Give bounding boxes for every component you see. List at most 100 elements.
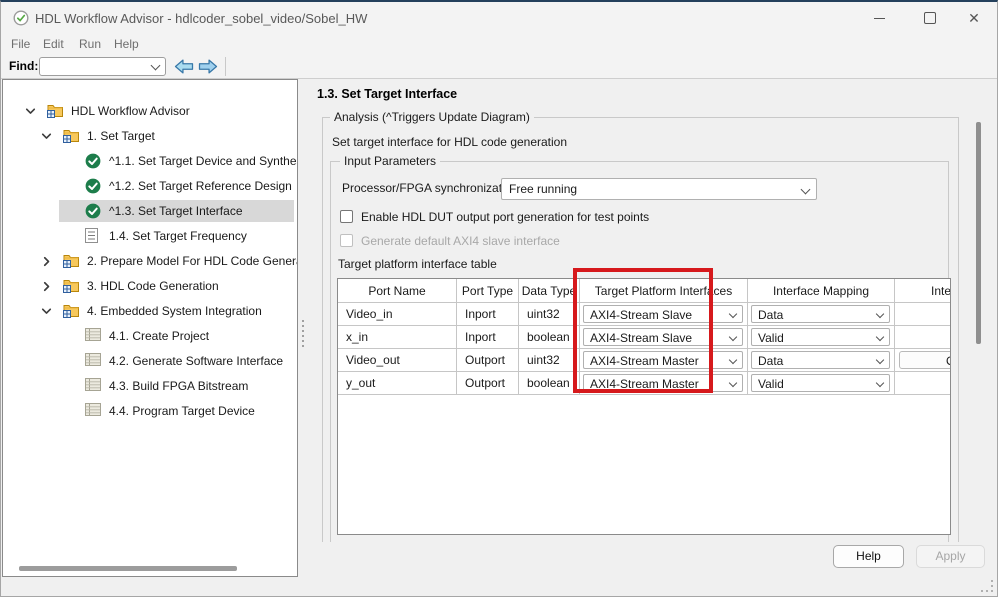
tree-item-label: ^1.2. Set Target Reference Design — [109, 179, 292, 193]
table-cell: Outport — [457, 372, 519, 395]
toolbar-separator — [225, 57, 226, 76]
tree-item-label: HDL Workflow Advisor — [71, 104, 190, 118]
tree-item-label: 4.4. Program Target Device — [109, 404, 255, 418]
hdl-workflow-advisor-window: HDL Workflow Advisor - hdlcoder_sobel_vi… — [0, 0, 998, 597]
panel-vertical-scrollbar[interactable] — [969, 82, 987, 540]
find-previous-button[interactable] — [173, 58, 195, 75]
column-header: Inter — [931, 284, 951, 298]
tree-item[interactable]: ^1.3. Set Target Interface — [3, 200, 297, 222]
dropdown-value: Data — [758, 354, 783, 368]
tree-item[interactable]: ^1.1. Set Target Device and Synthesis To… — [3, 150, 297, 172]
table-cell: boolean — [519, 372, 580, 395]
tree-item-label: 4.3. Build FPGA Bitstream — [109, 379, 248, 393]
tree-item[interactable]: 4.1. Create Project — [3, 325, 297, 347]
task-icon — [85, 328, 101, 344]
find-next-button[interactable] — [197, 58, 219, 75]
tree-item[interactable]: 1.4. Set Target Frequency — [3, 225, 297, 247]
tree-collapse-chevron-icon[interactable] — [25, 106, 36, 120]
task-detail-panel: 1.3. Set Target Interface Analysis (^Tri… — [314, 79, 967, 542]
tree-item-label: 2. Prepare Model For HDL Code Generation — [87, 254, 298, 268]
annotation-red-rectangle — [573, 268, 713, 393]
table-cell: x_in — [338, 326, 457, 349]
tree-item[interactable]: 3. HDL Code Generation — [3, 275, 297, 297]
menu-help[interactable]: Help — [114, 37, 139, 51]
app-check-icon — [13, 10, 29, 29]
find-combobox[interactable] — [39, 57, 166, 76]
table-cell: boolean — [519, 326, 580, 349]
data-type-cell: boolean — [527, 376, 570, 390]
chevron-down-icon — [876, 333, 884, 341]
scrollbar-thumb[interactable] — [976, 122, 981, 344]
chevron-down-icon — [876, 310, 884, 318]
table-cell: uint32 — [519, 349, 580, 372]
table-cell — [895, 326, 951, 349]
tree-item[interactable]: ^1.2. Set Target Reference Design — [3, 175, 297, 197]
minimize-button[interactable] — [862, 6, 896, 30]
table-cell: y_out — [338, 372, 457, 395]
interface-mapping-dropdown[interactable]: Data — [751, 351, 890, 369]
tree-item[interactable]: HDL Workflow Advisor — [3, 100, 297, 122]
tree-item[interactable]: 4.2. Generate Software Interface — [3, 350, 297, 372]
page-title: 1.3. Set Target Interface — [317, 87, 457, 101]
close-icon: ✕ — [968, 11, 980, 25]
tree-expand-chevron-icon[interactable] — [41, 256, 52, 270]
menu-edit[interactable]: Edit — [43, 37, 64, 51]
check-icon — [85, 203, 101, 222]
maximize-button[interactable] — [913, 6, 947, 30]
processor-fpga-sync-dropdown[interactable]: Free running — [501, 178, 817, 200]
chevron-down-icon — [801, 185, 811, 195]
interface-mapping-dropdown[interactable]: Valid — [751, 374, 890, 392]
data-type-cell: boolean — [527, 330, 570, 344]
folder-gear-icon — [63, 303, 80, 321]
find-bar: Find: — [1, 54, 997, 79]
table-cell: Port Type — [457, 279, 519, 303]
column-header: Interface Mapping — [748, 284, 894, 298]
port-name-cell: Video_out — [346, 353, 400, 367]
chevron-down-icon — [729, 356, 737, 364]
input-parameters-legend: Input Parameters — [340, 154, 440, 168]
tree-expand-chevron-icon[interactable] — [41, 281, 52, 295]
tree-item-label: ^1.1. Set Target Device and Synthesis To… — [109, 154, 298, 168]
table-cell: Interface Mapping — [748, 279, 895, 303]
folder-gear-icon — [63, 253, 80, 271]
sync-value: Free running — [509, 182, 577, 196]
sync-label: Processor/FPGA synchronization: — [342, 181, 521, 195]
close-button[interactable]: ✕ — [957, 6, 991, 30]
menu-run[interactable]: Run — [79, 37, 101, 51]
table-cell: uint32 — [519, 303, 580, 326]
tree-item[interactable]: 4.3. Build FPGA Bitstream — [3, 375, 297, 397]
dropdown-value: Data — [758, 308, 783, 322]
table-cell: Inter — [895, 279, 951, 303]
interface-mapping-dropdown[interactable]: Data — [751, 305, 890, 323]
arrow-right-icon — [197, 58, 219, 75]
port-name-cell: x_in — [346, 330, 368, 344]
axi4-slave-label: Generate default AXI4 slave interface — [361, 234, 560, 248]
tree-item[interactable]: 4.4. Program Target Device — [3, 400, 297, 422]
doc-icon — [85, 228, 98, 246]
tree-item[interactable]: 4. Embedded System Integration — [3, 300, 297, 322]
table-cell: Valid — [748, 326, 895, 349]
resize-grip-icon[interactable] — [981, 580, 995, 594]
interface-options-button[interactable]: O — [899, 351, 951, 369]
task-description: Set target interface for HDL code genera… — [332, 135, 567, 149]
data-type-cell: uint32 — [527, 353, 560, 367]
port-type-cell: Inport — [465, 307, 496, 321]
chevron-down-icon[interactable] — [151, 61, 161, 71]
panel-splitter[interactable] — [298, 79, 314, 577]
test-points-checkbox[interactable] — [340, 210, 353, 223]
menu-file[interactable]: File — [11, 37, 30, 51]
tree-item[interactable]: 2. Prepare Model For HDL Code Generation — [3, 250, 297, 272]
tree-collapse-chevron-icon[interactable] — [41, 306, 52, 320]
help-button[interactable]: Help — [833, 545, 904, 568]
tree-item[interactable]: 1. Set Target — [3, 125, 297, 147]
interface-mapping-dropdown[interactable]: Valid — [751, 328, 890, 346]
table-cell — [895, 372, 951, 395]
tree-horizontal-scrollbar[interactable] — [19, 566, 237, 571]
tree-item-label: ^1.3. Set Target Interface — [109, 204, 243, 218]
find-input[interactable] — [43, 59, 147, 75]
tree-collapse-chevron-icon[interactable] — [41, 131, 52, 145]
port-type-cell: Outport — [465, 353, 505, 367]
test-points-label: Enable HDL DUT output port generation fo… — [361, 210, 649, 224]
table-cell: O — [895, 349, 951, 372]
chevron-down-icon — [876, 356, 884, 364]
